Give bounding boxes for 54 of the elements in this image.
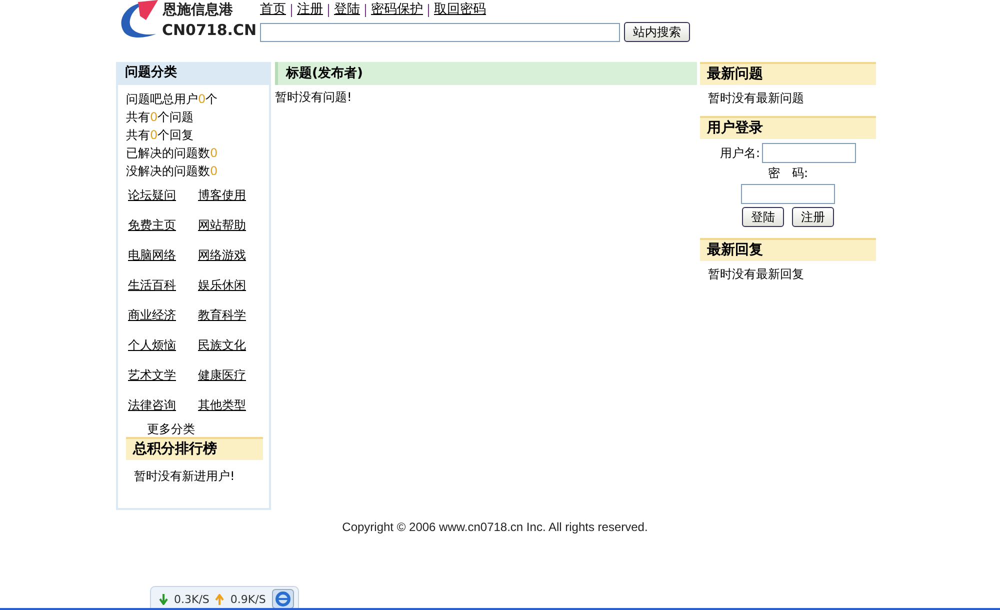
more-categories-link[interactable]: 更多分类 (147, 421, 269, 437)
stat-line: 共有0个问题 (126, 109, 195, 126)
search-field[interactable] (260, 22, 620, 42)
stat-line: 没解决的问题数0 (126, 163, 219, 180)
category-link[interactable]: 商业经济 (128, 306, 176, 325)
category-link[interactable]: 免费主页 (128, 216, 176, 235)
category-link[interactable]: 网站帮助 (198, 216, 246, 235)
section-title: 问题分类 (118, 62, 269, 85)
category-link[interactable]: 民族文化 (198, 336, 246, 355)
username-field[interactable] (762, 143, 856, 163)
category-link[interactable]: 生活百科 (128, 276, 176, 295)
category-link[interactable]: 电脑网络 (128, 246, 176, 265)
copyright-text: Copyright © 2006 www.cn0718.cn Inc. All rights reserved. (341, 520, 649, 534)
search-button[interactable]: 站内搜索 (624, 22, 690, 42)
category-link[interactable]: 博客使用 (198, 186, 246, 205)
down-arrow-icon (159, 594, 168, 604)
section-title: 最新问题 (700, 62, 876, 85)
nav-link[interactable]: 登陆 (334, 2, 360, 18)
section-title: 最新回复 (700, 238, 876, 261)
category-link[interactable]: 其他类型 (198, 396, 246, 415)
logo-domain-text: CN0718.CN (162, 21, 257, 39)
category-link[interactable]: 个人烦恼 (128, 336, 176, 355)
category-link[interactable]: 健康医疗 (198, 366, 246, 385)
browser-icon[interactable] (272, 589, 294, 609)
nav-link[interactable]: 密码保护 (371, 2, 423, 18)
up-arrow-icon (215, 594, 224, 604)
empty-message: 暂时没有新进用户! (134, 468, 236, 485)
category-link[interactable]: 法律咨询 (128, 396, 176, 415)
register-button[interactable]: 注册 (792, 207, 834, 227)
upload-speed: 0.9K/S (230, 592, 266, 606)
nav-link[interactable]: 首页 (260, 2, 286, 18)
download-speed: 0.3K/S (174, 592, 210, 606)
nav-link[interactable]: 取回密码 (434, 2, 486, 18)
login-button[interactable]: 登陆 (742, 207, 784, 227)
password-label: 密 码: (768, 165, 808, 182)
column-header: 标题(发布者) (275, 62, 697, 85)
password-field[interactable] (741, 184, 835, 204)
nav-link[interactable]: 注册 (297, 2, 323, 18)
stat-line: 已解决的问题数0 (126, 145, 219, 162)
category-link[interactable]: 娱乐休闲 (198, 276, 246, 295)
empty-message: 暂时没有最新问题 (708, 91, 805, 105)
section-title: 用户登录 (700, 116, 876, 139)
category-link[interactable]: 教育科学 (198, 306, 246, 325)
logo-chinese-text: 恩施信息港 (163, 2, 233, 19)
section-title: 总积分排行榜 (126, 437, 263, 460)
username-label: 用户名: (720, 144, 760, 162)
stat-line: 共有0个回复 (126, 127, 195, 144)
site-logo[interactable]: 恩施信息港 CN0718.CN (116, 2, 258, 44)
category-link[interactable]: 网络游戏 (198, 246, 246, 265)
category-link[interactable]: 艺术文学 (128, 366, 176, 385)
empty-message: 暂时没有问题! (275, 89, 353, 106)
empty-message: 暂时没有最新回复 (708, 267, 805, 281)
category-link[interactable]: 论坛疑问 (128, 186, 176, 205)
stat-line: 问题吧总用户0个 (126, 91, 219, 108)
